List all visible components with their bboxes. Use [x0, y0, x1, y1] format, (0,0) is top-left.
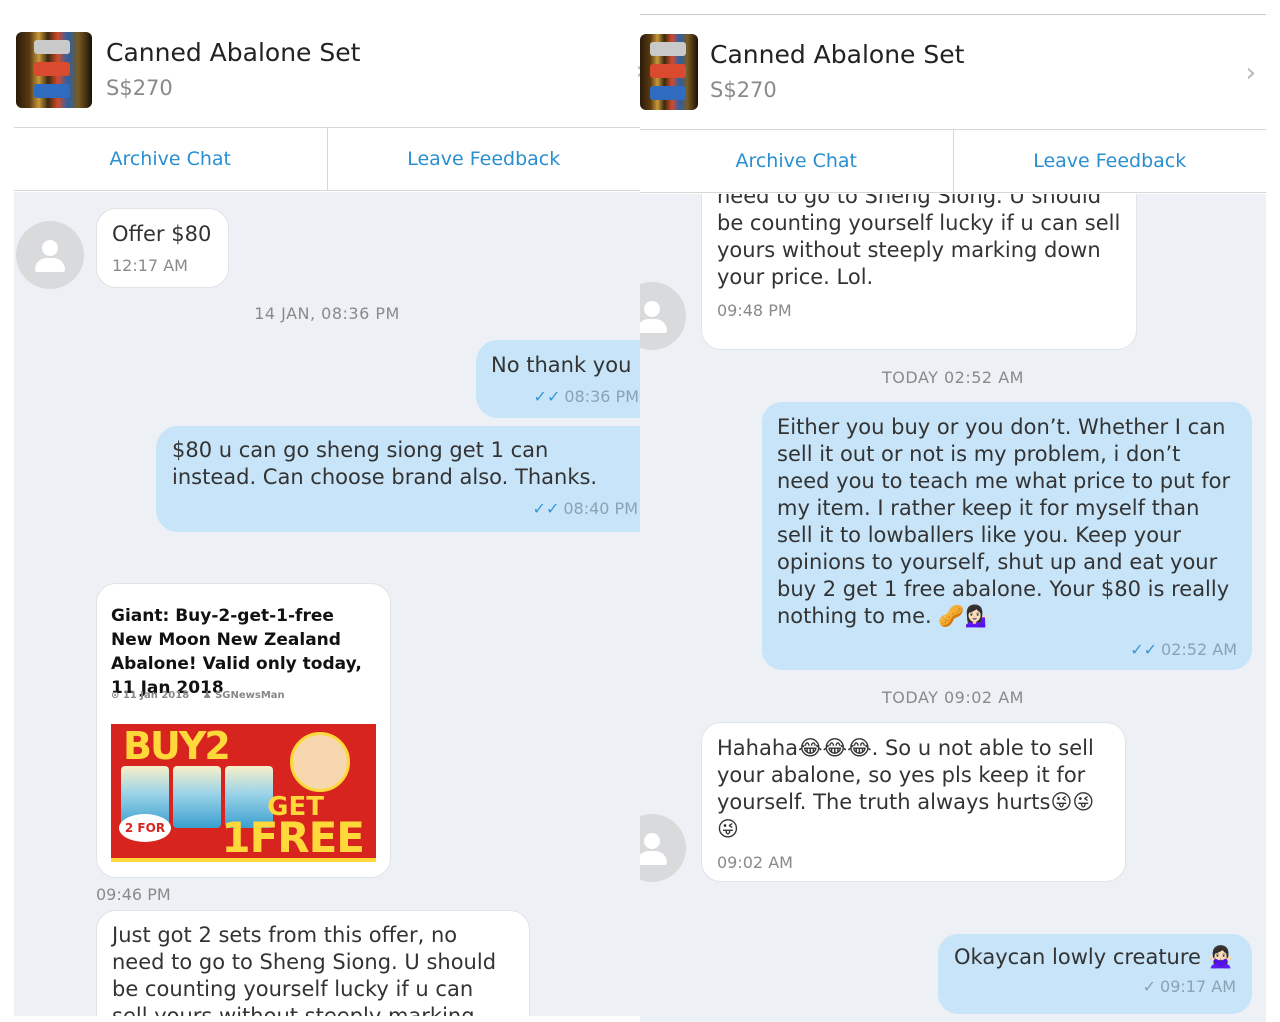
listing-thumbnail [16, 32, 92, 108]
message-incoming: Just got 2 sets from this offer, no need… [96, 910, 530, 1016]
message-time: 09:46 PM [96, 885, 171, 904]
archive-chat-button[interactable]: Archive Chat [14, 128, 327, 190]
double-check-icon: ✓✓ [1130, 640, 1158, 659]
message-incoming: Hahaha😂😂😂. So u not able to sell your ab… [701, 722, 1126, 882]
listing-title: Canned Abalone Set [106, 38, 361, 67]
date-separator: TODAY 09:02 AM [882, 688, 1024, 707]
message-time: 09:17 AM [1160, 977, 1236, 996]
message-text: No thank you [491, 353, 632, 377]
ad-free-text: 1FREE [221, 813, 365, 862]
listing-thumbnail [640, 34, 698, 110]
can-image [173, 766, 221, 828]
mascot-image [290, 732, 350, 792]
avatar[interactable] [640, 282, 686, 350]
message-outgoing: Either you buy or you don’t. Whether I c… [762, 402, 1252, 670]
message-time: 09:02 AM [717, 853, 793, 872]
listing-header[interactable]: Canned Abalone Set S$270 › [14, 30, 640, 126]
message-outgoing: $80 u can go sheng siong get 1 can inste… [156, 426, 640, 532]
chat-thread[interactable]: Offer $80 12:17 AM 14 JAN, 08:36 PM No t… [14, 192, 640, 1016]
article-image: BUY2 2 FOR $79 GET 1FREE [111, 724, 376, 862]
avatar[interactable] [640, 814, 686, 882]
message-text: Hahaha😂😂😂. So u not able to sell your ab… [717, 736, 1095, 841]
archive-chat-button[interactable]: Archive Chat [640, 130, 953, 192]
message-text: $80 u can go sheng siong get 1 can inste… [172, 438, 598, 489]
chat-actions: Archive Chat Leave Feedback [640, 129, 1266, 193]
message-time: 08:40 PM [563, 499, 638, 518]
message-text: Okaycan lowly creature 🙅🏻‍♀️ [954, 945, 1234, 969]
listing-header[interactable]: Canned Abalone Set S$270 › [640, 32, 1266, 128]
message-time: 12:17 AM [112, 256, 188, 275]
left-screenshot: Canned Abalone Set S$270 › Archive Chat … [0, 0, 640, 1022]
article-headline: Giant: Buy-2-get-1-free New Moon New Zea… [111, 606, 362, 698]
listing-price: S$270 [710, 78, 777, 102]
message-incoming: Just got 2 sets from this offer, no need… [701, 194, 1137, 350]
message-status: ✓✓ 02:52 AM [777, 636, 1237, 663]
message-time: 09:48 PM [717, 301, 792, 320]
double-check-icon: ✓✓ [533, 387, 561, 406]
message-outgoing: No thank you ✓✓ 08:36 PM [476, 340, 640, 418]
message-text: Offer $80 [112, 222, 212, 246]
message-time: 02:52 AM [1161, 640, 1237, 659]
double-check-icon: ✓✓ [532, 499, 560, 518]
check-icon: ✓ [1142, 977, 1157, 996]
message-time: 08:36 PM [564, 387, 639, 406]
message-text: Either you buy or you don’t. Whether I c… [777, 415, 1231, 628]
chevron-right-icon[interactable]: › [1246, 58, 1256, 88]
ad-price-badge: 2 FOR $79 [119, 814, 171, 862]
article-date: ⊙ 11 Jan 2018 [111, 690, 190, 701]
listing-title: Canned Abalone Set [710, 40, 965, 69]
message-status: ✓ 09:17 AM [954, 973, 1236, 1000]
listing-price: S$270 [106, 76, 173, 100]
article-meta: ⊙ 11 Jan 2018 ♟ SGNewsMan [111, 690, 295, 701]
date-separator: 14 JAN, 08:36 PM [254, 304, 400, 323]
leave-feedback-button[interactable]: Leave Feedback [326, 128, 641, 190]
chat-actions: Archive Chat Leave Feedback [14, 127, 640, 191]
message-text: Just got 2 sets from this offer, no need… [717, 194, 1121, 289]
right-screenshot: Canned Abalone Set S$270 › Archive Chat … [640, 0, 1280, 1022]
avatar[interactable] [16, 221, 84, 289]
message-status: ✓✓ 08:36 PM [491, 383, 639, 410]
divider [640, 14, 1266, 15]
leave-feedback-button[interactable]: Leave Feedback [952, 130, 1267, 192]
ad-buy-text: BUY2 [123, 724, 231, 768]
chat-thread[interactable]: Just got 2 sets from this offer, no need… [640, 194, 1266, 1022]
date-separator: TODAY 02:52 AM [882, 368, 1024, 387]
article-author: ♟ SGNewsMan [202, 690, 285, 701]
message-text: Just got 2 sets from this offer, no need… [112, 923, 497, 1016]
link-preview-card[interactable]: Giant: Buy-2-get-1-free New Moon New Zea… [96, 583, 391, 878]
message-status: ✓✓ 08:40 PM [172, 495, 638, 522]
message-incoming: Offer $80 12:17 AM [96, 208, 229, 288]
message-outgoing: Okaycan lowly creature 🙅🏻‍♀️ ✓ 09:17 AM [938, 934, 1252, 1014]
